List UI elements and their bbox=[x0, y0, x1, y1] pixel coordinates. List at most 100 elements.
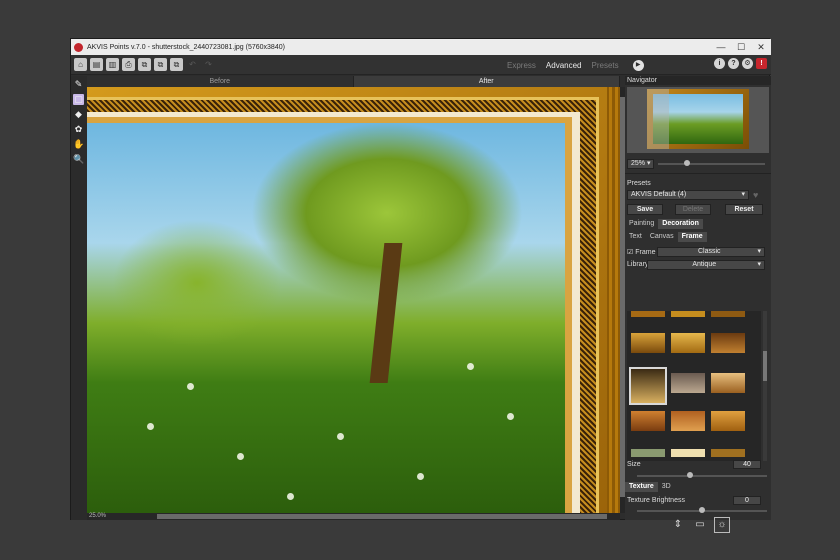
tab-before[interactable]: Before bbox=[87, 76, 354, 87]
frame-thumbnail[interactable] bbox=[671, 411, 705, 431]
size-slider-knob[interactable] bbox=[687, 472, 693, 478]
frame-thumbnail-selected[interactable] bbox=[629, 367, 667, 405]
app-logo-icon bbox=[74, 42, 83, 52]
texture-tabs: Texture 3D bbox=[625, 482, 675, 492]
library-label: Library bbox=[627, 261, 649, 268]
home-button[interactable]: ⌂ bbox=[74, 58, 87, 71]
frame-thumbnail[interactable] bbox=[711, 411, 745, 431]
settings-gear-icon[interactable]: ⚙ bbox=[742, 58, 753, 69]
tab-after[interactable]: After bbox=[353, 76, 620, 87]
mode-advanced[interactable]: Advanced bbox=[546, 61, 582, 70]
library-select[interactable]: Antique ▾ bbox=[647, 260, 765, 270]
stamp-tool-icon[interactable]: ✿ bbox=[73, 124, 84, 135]
navigator-title: Navigator bbox=[625, 76, 771, 85]
redo-button[interactable]: ↷ bbox=[202, 58, 215, 71]
tab-3d[interactable]: 3D bbox=[658, 482, 675, 492]
tab-painting[interactable]: Painting bbox=[625, 219, 658, 229]
dandelion bbox=[187, 383, 194, 390]
size-label: Size bbox=[627, 461, 641, 468]
size-value-input[interactable]: 40 bbox=[733, 460, 761, 469]
zoom-level-label: 25.0% bbox=[89, 513, 107, 519]
navigator-preview[interactable] bbox=[627, 87, 769, 153]
frame-grid-scrollbar[interactable] bbox=[763, 311, 767, 461]
pencil-tool-icon[interactable]: ✎ bbox=[73, 79, 84, 90]
dandelion bbox=[337, 433, 344, 440]
run-play-icon[interactable]: ▶ bbox=[632, 59, 644, 71]
preset-select[interactable]: AKVIS Default (4) ▾ bbox=[627, 190, 749, 200]
frame-thumbnail[interactable] bbox=[631, 311, 665, 317]
frame-type-select[interactable]: Classic ▾ bbox=[657, 247, 765, 257]
frame-thumbnail[interactable] bbox=[671, 311, 705, 317]
vertical-flip-icon[interactable]: ⇕ bbox=[671, 518, 685, 532]
zoom-dropdown[interactable]: 25% ▾ bbox=[627, 159, 655, 169]
tree-trunk bbox=[369, 243, 403, 383]
frame-thumbnail[interactable] bbox=[711, 333, 745, 353]
book-preview-icon[interactable]: ▭ bbox=[693, 518, 707, 532]
navigator-zoom-row: 25% ▾ bbox=[627, 159, 769, 169]
horizontal-scrollbar[interactable]: 25.0% bbox=[87, 513, 620, 520]
library-value: Antique bbox=[692, 261, 717, 268]
frame-thumbnail[interactable] bbox=[671, 373, 705, 393]
frame-grid-scroll-thumb[interactable] bbox=[763, 351, 767, 381]
frame-thumbnail[interactable] bbox=[711, 373, 745, 393]
frame-thumbnail[interactable] bbox=[711, 449, 745, 457]
frame-checkbox[interactable]: ☑ Frame bbox=[627, 248, 655, 256]
chevron-down-icon: ▾ bbox=[757, 248, 761, 255]
tab-decoration[interactable]: Decoration bbox=[658, 219, 703, 229]
save-button[interactable]: ▥ bbox=[106, 58, 119, 71]
tab-canvas[interactable]: Canvas bbox=[646, 232, 678, 242]
light-brightness-icon[interactable]: ☼ bbox=[714, 517, 730, 533]
main-toolbar: ⌂ ▤ ▥ ⎙ ⧉ ⧉ ⧉ ↶ ↷ Express Advanced Prese… bbox=[71, 55, 771, 75]
horizontal-scroll-thumb[interactable] bbox=[157, 514, 607, 519]
dandelion bbox=[417, 473, 424, 480]
texture-brightness-knob[interactable] bbox=[699, 507, 705, 513]
window-title: AKVIS Points v.7.0 - shutterstock_244072… bbox=[87, 43, 285, 51]
heart-icon[interactable]: ♥ bbox=[753, 190, 758, 200]
help-icons: i ? ⚙ ! bbox=[714, 58, 767, 69]
dandelion bbox=[237, 453, 244, 460]
minimize-button[interactable]: — bbox=[711, 39, 731, 55]
batch-button[interactable]: ⧉ bbox=[138, 58, 151, 71]
reset-preset-button[interactable]: Reset bbox=[725, 204, 763, 215]
navigator-viewport[interactable] bbox=[647, 89, 669, 149]
image-canvas[interactable] bbox=[87, 87, 620, 513]
mode-presets[interactable]: Presets bbox=[592, 61, 619, 70]
app-window: AKVIS Points v.7.0 - shutterstock_244072… bbox=[70, 38, 771, 533]
delete-preset-button[interactable]: Delete bbox=[675, 204, 711, 215]
plugin-button[interactable]: ⧉ bbox=[170, 58, 183, 71]
tools-sidebar: ✎ ▢ ◆ ✿ ✋ 🔍 bbox=[71, 76, 87, 520]
frame-thumbnail[interactable] bbox=[631, 449, 665, 457]
dandelion bbox=[467, 363, 474, 370]
notification-icon[interactable]: ! bbox=[756, 58, 767, 69]
size-slider[interactable] bbox=[637, 472, 767, 478]
zoom-slider-knob[interactable] bbox=[684, 160, 691, 166]
frame-thumbnail[interactable] bbox=[631, 411, 665, 431]
share-button[interactable]: ⧉ bbox=[154, 58, 167, 71]
tab-texture[interactable]: Texture bbox=[625, 482, 658, 492]
help-icon[interactable]: ? bbox=[728, 58, 739, 69]
info-icon[interactable]: i bbox=[714, 58, 725, 69]
selection-tool-icon[interactable]: ▢ bbox=[73, 94, 84, 105]
chevron-down-icon: ▾ bbox=[741, 191, 745, 198]
mode-express[interactable]: Express bbox=[507, 61, 536, 70]
frame-thumbnail[interactable] bbox=[631, 333, 665, 353]
close-button[interactable]: ✕ bbox=[751, 39, 771, 55]
eraser-tool-icon[interactable]: ◆ bbox=[73, 109, 84, 120]
open-button[interactable]: ▤ bbox=[90, 58, 103, 71]
texture-brightness-slider[interactable] bbox=[637, 507, 767, 513]
zoom-slider[interactable] bbox=[658, 160, 765, 166]
undo-button[interactable]: ↶ bbox=[186, 58, 199, 71]
tab-frame[interactable]: Frame bbox=[677, 232, 707, 242]
print-button[interactable]: ⎙ bbox=[122, 58, 135, 71]
frame-thumbnail[interactable] bbox=[671, 333, 705, 353]
frame-thumbnail[interactable] bbox=[671, 449, 705, 457]
frame-thumbnail[interactable] bbox=[711, 311, 745, 317]
tab-text[interactable]: Text bbox=[625, 232, 646, 242]
texture-brightness-input[interactable]: 0 bbox=[733, 496, 761, 505]
dandelion bbox=[507, 413, 514, 420]
hand-tool-icon[interactable]: ✋ bbox=[73, 139, 84, 150]
view-tabs: Before After bbox=[87, 76, 620, 87]
save-preset-button[interactable]: Save bbox=[627, 204, 663, 215]
zoom-tool-icon[interactable]: 🔍 bbox=[73, 154, 84, 165]
maximize-button[interactable]: ☐ bbox=[731, 39, 751, 55]
